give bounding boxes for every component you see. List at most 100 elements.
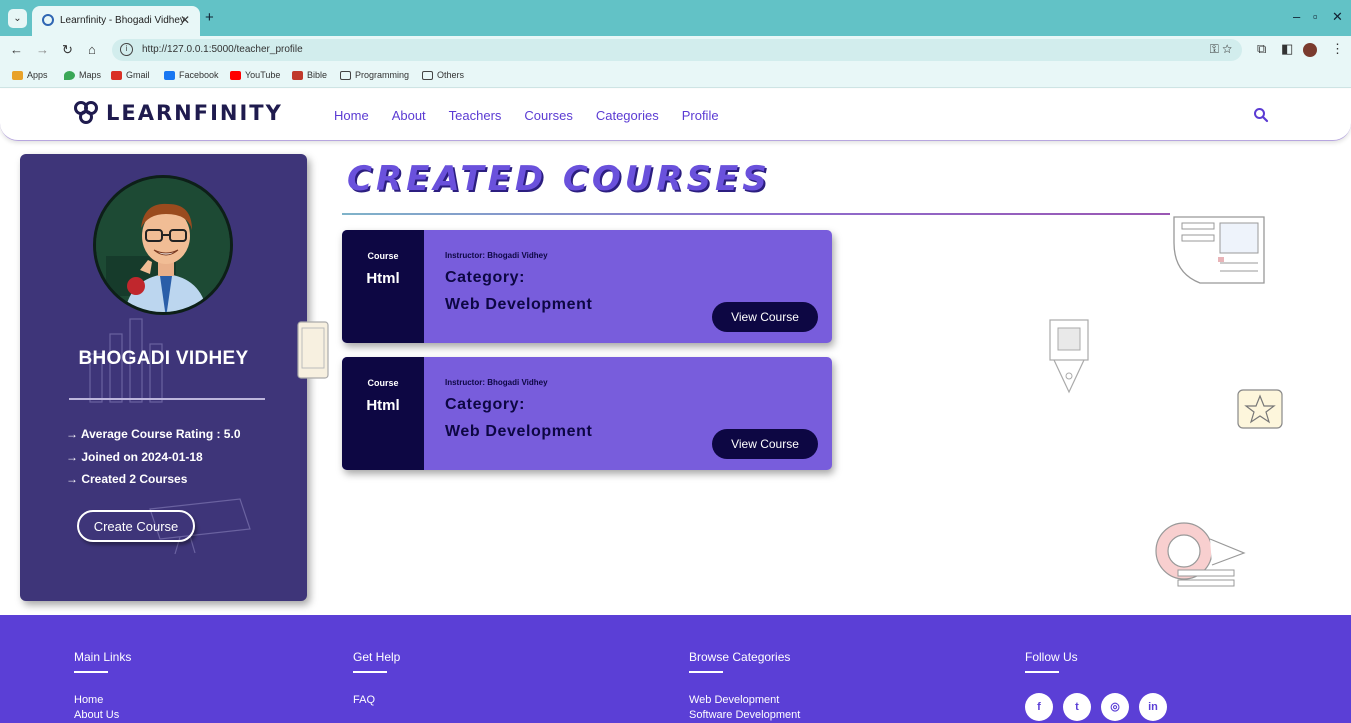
nav-teachers[interactable]: Teachers: [449, 108, 502, 123]
bookmark-facebook[interactable]: Facebook: [164, 70, 219, 80]
course-label: Course: [367, 378, 399, 388]
close-window-icon[interactable]: ✕: [1332, 9, 1343, 25]
footer-link-about-us[interactable]: About Us: [74, 708, 131, 723]
site-logo[interactable]: LEARNFINITY: [74, 101, 283, 125]
site-info-icon[interactable]: i: [120, 43, 133, 56]
stat-average-rating: → Average Course Rating : 5.0: [66, 427, 241, 441]
browser-tab[interactable]: Learnfinity - Bhogadi Vidhey ✕: [32, 6, 200, 36]
footer-browse-categories: Browse Categories Web Development Softwa…: [689, 650, 800, 723]
menu-kebab-icon[interactable]: ⋮: [1331, 41, 1344, 57]
footer-follow-us: Follow Us f t ◎ in: [1025, 650, 1167, 721]
course-side-panel: Course Html: [342, 357, 424, 470]
minimize-icon[interactable]: –: [1293, 9, 1300, 24]
teacher-profile-card: BHOGADI VIDHEY → Average Course Rating :…: [20, 154, 307, 601]
bookmark-folder-others[interactable]: Others: [422, 70, 464, 80]
bible-icon: [292, 70, 303, 80]
course-name: Html: [366, 397, 400, 414]
footer-heading: Get Help: [353, 650, 401, 664]
twitter-icon[interactable]: t: [1063, 693, 1091, 721]
phone-sketch-icon: [297, 321, 329, 379]
view-course-button[interactable]: View Course: [712, 302, 818, 332]
create-course-button[interactable]: Create Course: [77, 510, 195, 542]
bookmark-folder-programming[interactable]: Programming: [340, 70, 409, 80]
new-tab-icon[interactable]: +: [205, 9, 214, 26]
bookmark-apps[interactable]: Apps: [12, 70, 48, 80]
teacher-avatar: [93, 175, 233, 315]
newspaper-sketch-icon: [1173, 216, 1265, 284]
linkedin-icon[interactable]: in: [1139, 693, 1167, 721]
url-field[interactable]: i http://127.0.0.1:5000/teacher_profile …: [112, 39, 1242, 61]
footer-heading: Browse Categories: [689, 650, 791, 664]
apps-grid-icon: [12, 70, 23, 80]
bookmark-gmail[interactable]: Gmail: [111, 70, 150, 80]
facebook-icon: [164, 70, 175, 80]
footer-heading-underline: [353, 671, 387, 673]
magnifier-sketch-icon: [1155, 522, 1246, 587]
logo-infinity-icon: [74, 101, 100, 125]
footer-link-faq[interactable]: FAQ: [353, 693, 400, 708]
nav-categories[interactable]: Categories: [596, 108, 659, 123]
home-icon[interactable]: ⌂: [88, 42, 96, 57]
folder-icon: [422, 70, 433, 80]
nav-about[interactable]: About: [392, 108, 426, 123]
teacher-name: BHOGADI VIDHEY: [78, 348, 249, 369]
tab-title: Learnfinity - Bhogadi Vidhey: [60, 15, 185, 26]
footer-link-web-development[interactable]: Web Development: [689, 693, 800, 708]
pen-nib-sketch-icon: [1049, 319, 1089, 394]
url-text: http://127.0.0.1:5000/teacher_profile: [142, 44, 303, 55]
view-course-button[interactable]: View Course: [712, 429, 818, 459]
footer-heading-underline: [689, 671, 723, 673]
site-header: LEARNFINITY Home About Teachers Courses …: [0, 89, 1351, 141]
footer-main-links: Main Links Home About Us: [74, 650, 131, 723]
footer-heading-underline: [1025, 671, 1059, 673]
facebook-icon[interactable]: f: [1025, 693, 1053, 721]
folder-icon: [340, 70, 351, 80]
browser-tab-bar: ⌄ Learnfinity - Bhogadi Vidhey ✕ + – ▫ ✕: [0, 0, 1351, 36]
close-tab-icon[interactable]: ✕: [180, 13, 190, 27]
bookmarks-bar: Apps Maps Gmail Facebook YouTube Bible P…: [0, 64, 1351, 88]
course-card: Course Html Instructor: Bhogadi Vidhey C…: [342, 357, 832, 470]
address-bar-row: ← → ↻ ⌂ i http://127.0.0.1:5000/teacher_…: [0, 36, 1351, 64]
course-category: Web Development: [445, 423, 593, 440]
stat-joined-date: → Joined on 2024-01-18: [66, 450, 203, 464]
logo-text: LEARNFINITY: [106, 101, 283, 125]
forward-icon[interactable]: →: [36, 42, 49, 57]
course-side-panel: Course Html: [342, 230, 424, 343]
footer-link-software-development[interactable]: Software Development: [689, 708, 800, 723]
reload-icon[interactable]: ↻: [62, 42, 73, 58]
bookmark-maps[interactable]: Maps: [64, 70, 101, 80]
footer-heading: Main Links: [74, 650, 132, 664]
footer-link-home[interactable]: Home: [74, 693, 131, 708]
title-underline: [342, 213, 1170, 215]
side-panel-icon[interactable]: ◧: [1281, 41, 1293, 57]
course-label: Course: [367, 251, 399, 261]
profile-avatar-icon[interactable]: [1303, 43, 1317, 57]
nav-home[interactable]: Home: [334, 108, 369, 123]
stat-courses-created: → Created 2 Courses: [66, 472, 188, 486]
site-footer: Main Links Home About Us Get Help FAQ Br…: [0, 615, 1351, 723]
extensions-icon[interactable]: ⧉: [1257, 41, 1266, 57]
social-icons: f t ◎ in: [1025, 693, 1167, 721]
course-category-label: Category:: [445, 269, 526, 286]
nav-profile[interactable]: Profile: [682, 108, 719, 123]
bookmark-star-icon[interactable]: ⚿ ☆: [1210, 42, 1232, 57]
tab-search-dropdown-icon[interactable]: ⌄: [8, 9, 27, 28]
back-icon[interactable]: ←: [10, 42, 23, 57]
bookmark-bible[interactable]: Bible: [292, 70, 327, 80]
course-card: Course Html Instructor: Bhogadi Vidhey C…: [342, 230, 832, 343]
learnfinity-favicon-icon: [42, 14, 54, 26]
star-badge-icon: [1237, 389, 1283, 429]
maps-pin-icon: [64, 70, 75, 80]
instagram-icon[interactable]: ◎: [1101, 693, 1129, 721]
restore-icon[interactable]: ▫: [1313, 9, 1318, 24]
bookmark-youtube[interactable]: YouTube: [230, 70, 280, 80]
course-category-label: Category:: [445, 396, 526, 413]
footer-heading-underline: [74, 671, 108, 673]
profile-divider: [69, 398, 265, 400]
page-title: CREATED COURSES: [347, 159, 771, 199]
course-name: Html: [366, 270, 400, 287]
nav-courses[interactable]: Courses: [524, 108, 572, 123]
search-icon[interactable]: [1253, 107, 1269, 123]
footer-heading: Follow Us: [1025, 650, 1078, 664]
course-category: Web Development: [445, 296, 593, 313]
